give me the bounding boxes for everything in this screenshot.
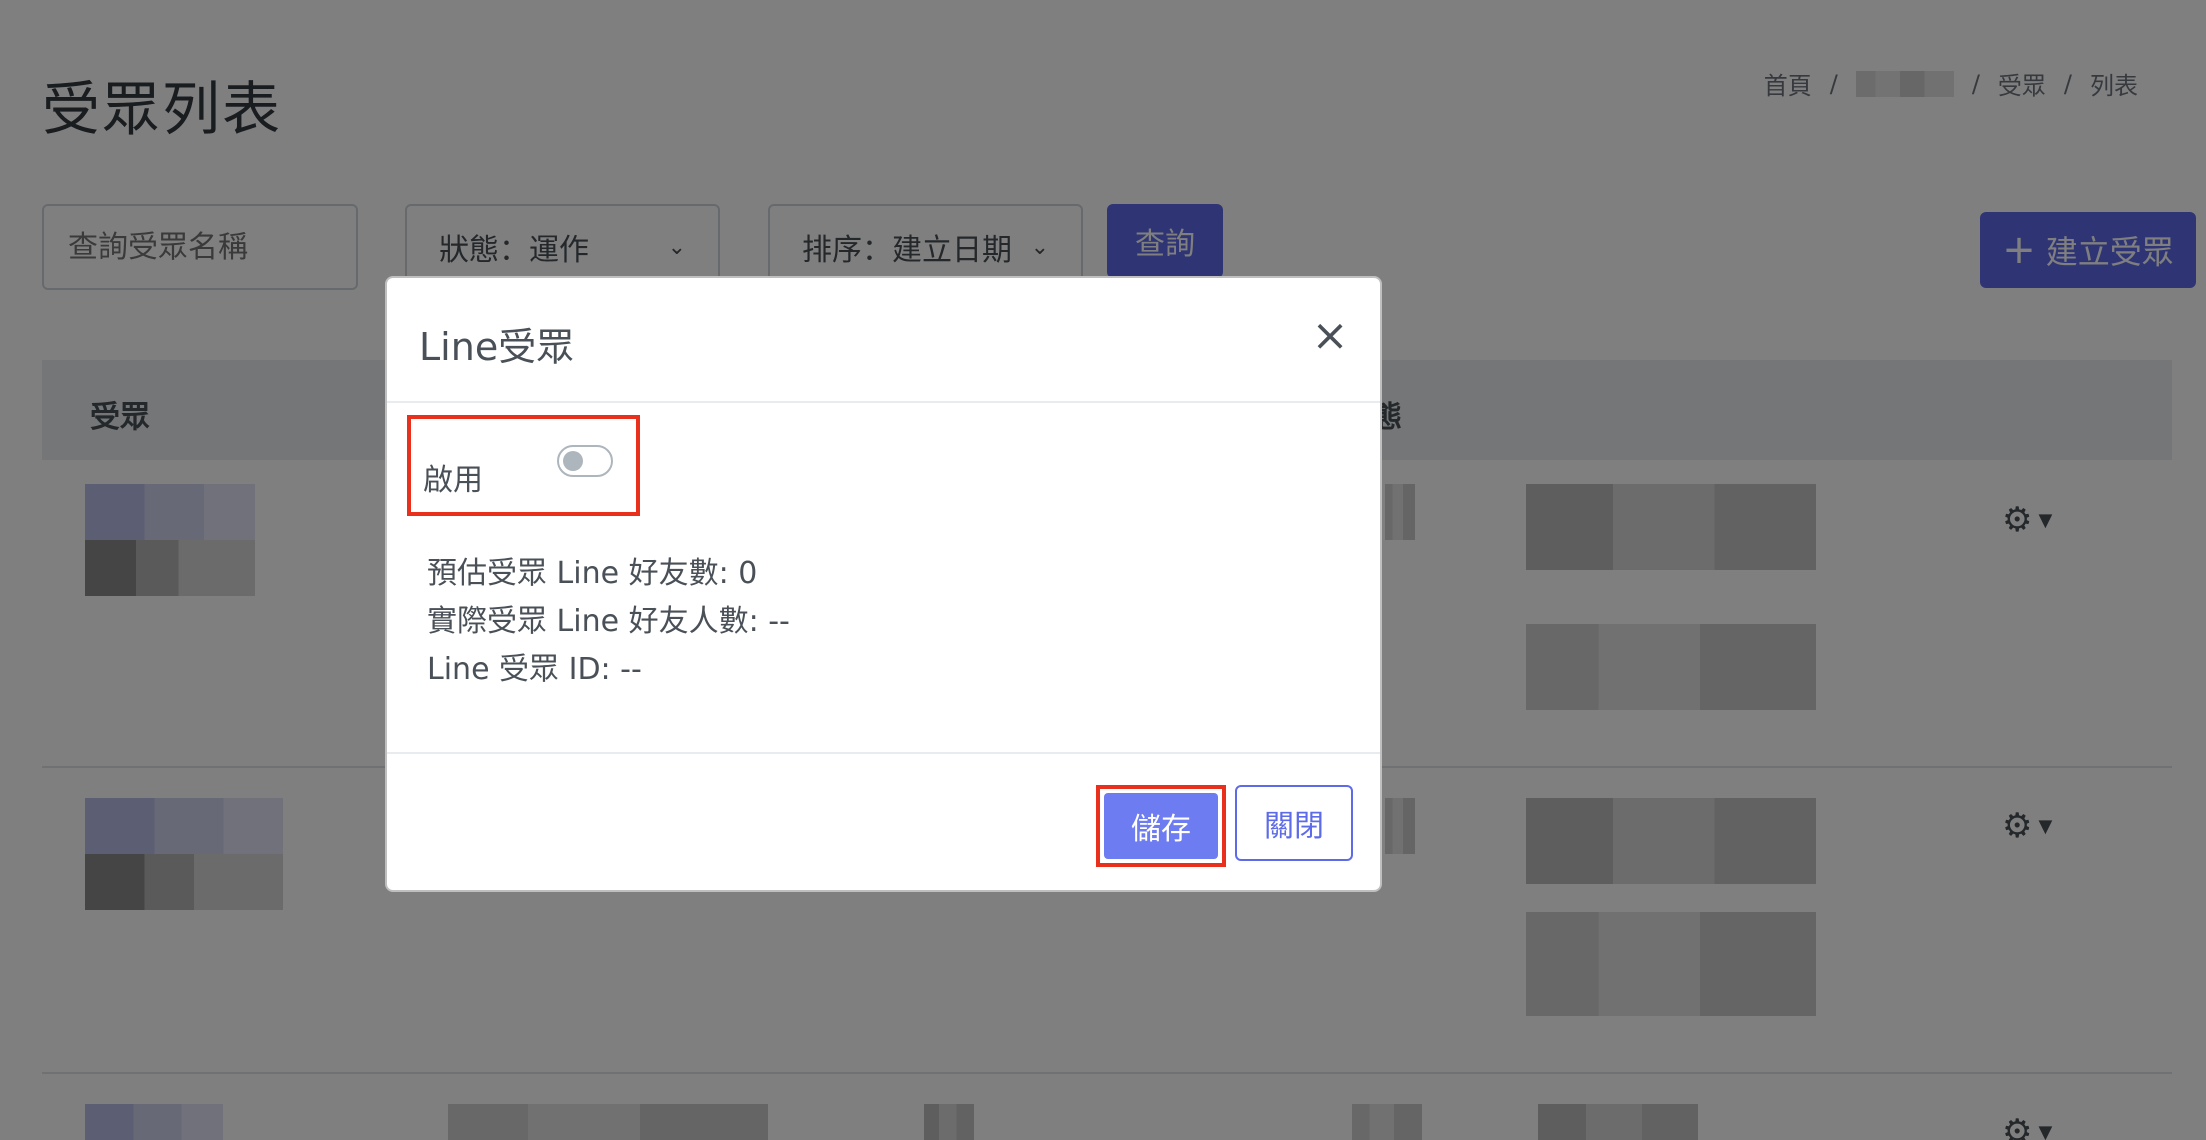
enable-highlight: 啟用 [407, 415, 640, 516]
save-button[interactable]: 儲存 [1104, 793, 1218, 859]
line-audience-id: Line 受眾 ID: -- [427, 652, 642, 687]
modal-title: Line受眾 [419, 325, 575, 369]
actual-friends-count: 實際受眾 Line 好友人數: -- [427, 604, 790, 639]
enable-label: 啟用 [423, 463, 483, 498]
estimated-friends-count: 預估受眾 Line 好友數: 0 [427, 556, 758, 591]
close-icon[interactable]: × [1308, 314, 1352, 358]
modal-footer-divider [387, 752, 1380, 754]
toggle-knob [563, 451, 583, 471]
enable-toggle[interactable] [557, 445, 613, 477]
modal-header: Line受眾 × [387, 278, 1380, 403]
save-highlight: 儲存 [1096, 785, 1226, 867]
line-audience-modal: Line受眾 × 啟用 預估受眾 Line 好友數: 0 實際受眾 Line 好… [385, 276, 1382, 892]
close-button[interactable]: 關閉 [1235, 785, 1353, 861]
